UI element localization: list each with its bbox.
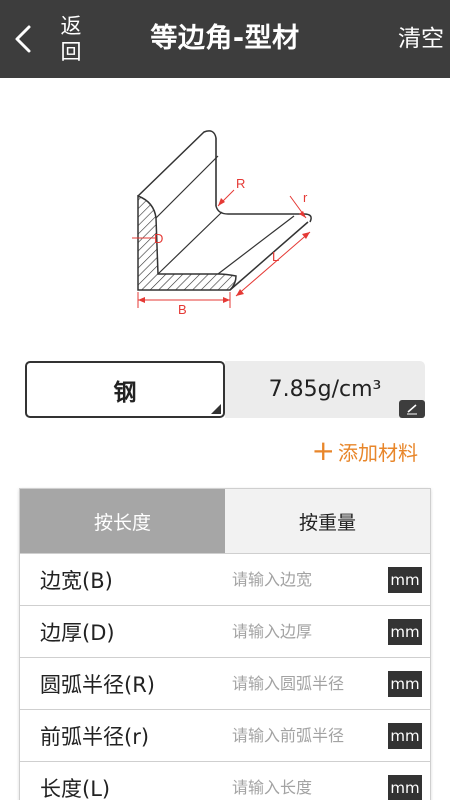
add-material-label: 添加材料 bbox=[338, 440, 418, 465]
angle-profile-diagram: R r D L B bbox=[118, 118, 328, 318]
chevron-left-icon bbox=[6, 19, 40, 59]
label-B: B bbox=[178, 302, 187, 317]
field-label: 前弧半径(r) bbox=[40, 724, 150, 749]
radius-input[interactable] bbox=[210, 663, 370, 704]
thickness-input[interactable] bbox=[210, 611, 370, 652]
corner-triangle-icon bbox=[211, 404, 221, 414]
add-material-button[interactable]: + 添加材料 bbox=[312, 435, 418, 467]
label-D: D bbox=[154, 231, 163, 246]
unit-badge: mm bbox=[388, 775, 422, 800]
field-row-width: 边宽(B) mm bbox=[20, 553, 430, 605]
field-row-thickness: 边厚(D) mm bbox=[20, 605, 430, 657]
tab-by-weight[interactable]: 按重量 bbox=[225, 489, 430, 553]
length-input[interactable] bbox=[210, 767, 370, 800]
density-value: 7.85g/cm³ bbox=[268, 377, 382, 402]
material-name: 钢 bbox=[113, 379, 137, 406]
plus-icon: + bbox=[311, 434, 335, 467]
field-label: 圆弧半径(R) bbox=[40, 672, 155, 697]
material-name-button[interactable]: 钢 bbox=[25, 361, 225, 418]
clear-button[interactable]: 清空 bbox=[398, 0, 444, 78]
field-label: 长度(L) bbox=[40, 776, 111, 800]
unit-badge: mm bbox=[388, 567, 422, 593]
unit-badge: mm bbox=[388, 619, 422, 645]
label-r: r bbox=[303, 190, 308, 205]
mode-tabs: 按长度 按重量 bbox=[20, 489, 430, 553]
edit-icon bbox=[399, 400, 425, 418]
unit-badge: mm bbox=[388, 671, 422, 697]
top-bar: 返回 等边角-型材 清空 bbox=[0, 0, 450, 78]
label-R: R bbox=[236, 176, 245, 191]
page-title: 等边角-型材 bbox=[150, 23, 300, 54]
field-label: 边厚(D) bbox=[40, 620, 115, 645]
width-input[interactable] bbox=[210, 559, 370, 600]
tab-by-length[interactable]: 按长度 bbox=[20, 489, 225, 553]
density-field[interactable]: 7.85g/cm³ bbox=[225, 361, 425, 418]
field-row-front-radius: 前弧半径(r) mm bbox=[20, 709, 430, 761]
unit-badge: mm bbox=[388, 723, 422, 749]
front-radius-input[interactable] bbox=[210, 715, 370, 756]
material-selector: 钢 7.85g/cm³ bbox=[25, 361, 425, 418]
back-label: 返回 bbox=[60, 14, 82, 64]
back-button[interactable]: 返回 bbox=[6, 4, 106, 74]
field-row-length: 长度(L) mm bbox=[20, 761, 430, 800]
calc-panel: 按长度 按重量 边宽(B) mm 边厚(D) mm 圆弧半径(R) mm 前弧半… bbox=[19, 488, 431, 800]
label-L: L bbox=[272, 249, 279, 264]
field-row-radius: 圆弧半径(R) mm bbox=[20, 657, 430, 709]
field-label: 边宽(B) bbox=[40, 568, 113, 593]
